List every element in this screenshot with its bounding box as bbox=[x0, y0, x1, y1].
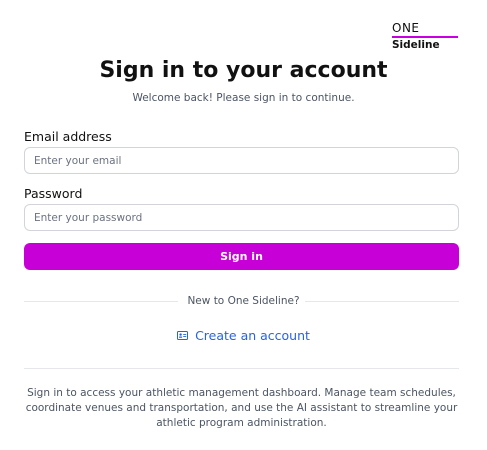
brand-logo[interactable]: ONE Sideline bbox=[392, 22, 459, 51]
password-label: Password bbox=[24, 186, 83, 201]
logo-line-one: ONE bbox=[392, 21, 420, 35]
create-account-link[interactable]: Create an account bbox=[177, 328, 310, 344]
id-card-icon bbox=[177, 331, 189, 340]
create-account-row: Create an account bbox=[0, 327, 487, 344]
signup-divider-text: New to One Sideline? bbox=[187, 295, 300, 307]
signin-page: ONE Sideline Sign in to your account Wel… bbox=[0, 0, 487, 450]
page-subtitle: Welcome back! Please sign in to continue… bbox=[132, 92, 355, 104]
sign-in-button[interactable]: Sign in bbox=[24, 243, 459, 270]
email-field[interactable] bbox=[24, 147, 459, 174]
password-field[interactable] bbox=[24, 204, 459, 231]
page-title: Sign in to your account bbox=[99, 58, 388, 83]
create-account-label: Create an account bbox=[195, 327, 310, 343]
email-label: Email address bbox=[24, 129, 112, 144]
logo-accent-bar bbox=[392, 36, 458, 38]
logo-line-two: Sideline bbox=[392, 39, 440, 51]
footer-divider bbox=[24, 368, 459, 369]
footer-description: Sign in to access your athletic manageme… bbox=[25, 387, 458, 429]
